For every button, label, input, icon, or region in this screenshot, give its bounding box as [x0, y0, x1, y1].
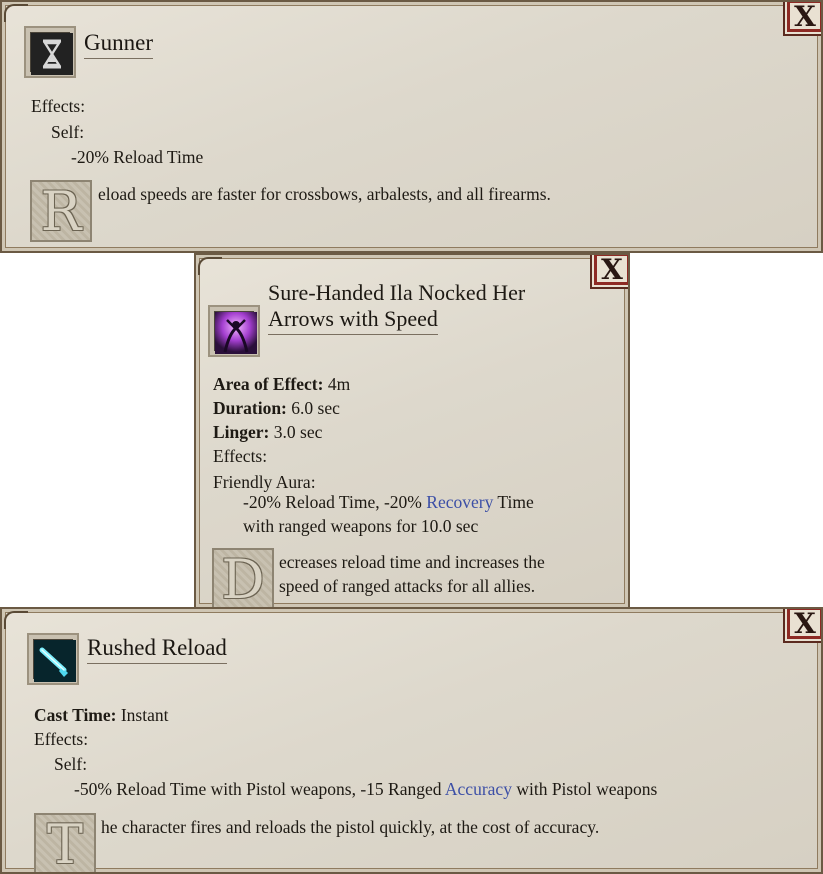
effect-text: -50% Reload Time with Pistol weapons, -1…	[74, 779, 442, 799]
ability-title-line1: Sure-Handed Ila Nocked Her	[268, 280, 526, 305]
ability-title-line2: Arrows with Speed	[268, 306, 438, 335]
recovery-keyword-link[interactable]: Recovery	[426, 492, 493, 512]
linger-value: 3.0 sec	[273, 422, 323, 442]
dropcap-letter: T	[34, 813, 96, 872]
ability-icon-frame	[27, 633, 79, 685]
effect-line-continued: with ranged weapons for 10.0 sec	[243, 516, 479, 536]
dropcap-letter: D	[212, 548, 274, 607]
linger-label: Linger:	[213, 422, 270, 442]
tooltip-panel-rushed-reload: X Rushed Reload Cast Time: Instant Effec…	[0, 607, 823, 874]
ability-title: Gunner	[84, 30, 153, 59]
accuracy-keyword-link[interactable]: Accuracy	[445, 779, 512, 799]
description-line1: ecreases reload time and increases the	[279, 552, 545, 572]
duration-value: 6.0 sec	[291, 398, 340, 418]
self-label: Self:	[51, 122, 85, 142]
effect-line: -20% Reload Time	[71, 147, 204, 167]
area-of-effect-value: 4m	[327, 374, 351, 394]
frame-corner-ornament	[4, 4, 28, 22]
effects-label: Effects:	[31, 96, 86, 116]
pistol-icon	[33, 639, 76, 682]
duration-label: Duration:	[213, 398, 287, 418]
effect-line: -50% Reload Time with Pistol weapons, -1…	[74, 779, 657, 800]
effect-line: -20% Reload Time, -20% Recovery Time	[243, 492, 534, 513]
description-text: eload speeds are faster for crossbows, a…	[98, 184, 551, 204]
effects-label: Effects:	[34, 729, 89, 749]
archer-aura-icon	[214, 311, 257, 354]
effects-label: Effects:	[213, 446, 268, 466]
frame-corner-ornament	[4, 611, 28, 629]
ability-icon-frame	[208, 305, 260, 357]
tooltip-panel-sure-handed-ila: X Sure-Handed Ila Nocked Her Arrows with…	[194, 253, 630, 609]
hourglass-icon	[30, 32, 73, 75]
friendly-aura-label: Friendly Aura:	[213, 472, 316, 492]
close-button[interactable]: X	[787, 609, 821, 640]
tooltip-panel-gunner: X Gunner Effects: Self: -20% Reload Time…	[0, 0, 823, 253]
cast-time-label: Cast Time:	[34, 705, 117, 725]
area-of-effect-label: Area of Effect:	[213, 374, 324, 394]
area-of-effect-row: Area of Effect: 4m	[213, 374, 350, 395]
frame-corner-ornament	[198, 257, 222, 275]
effect-text: Time	[497, 492, 534, 512]
cast-time-row: Cast Time: Instant	[34, 705, 169, 726]
description-line2: speed of ranged attacks for all allies.	[279, 576, 536, 596]
effect-text: -20% Reload Time, -20%	[243, 492, 422, 512]
close-button[interactable]: X	[787, 2, 821, 33]
duration-row: Duration: 6.0 sec	[213, 398, 340, 419]
ability-icon-frame	[24, 26, 76, 78]
ability-title: Rushed Reload	[87, 635, 227, 664]
description-text: he character fires and reloads the pisto…	[101, 817, 600, 837]
effect-text: with Pistol weapons	[516, 779, 658, 799]
self-label: Self:	[54, 754, 88, 774]
close-button[interactable]: X	[594, 255, 628, 286]
cast-time-value: Instant	[120, 705, 169, 725]
dropcap-letter: R	[30, 180, 92, 243]
linger-row: Linger: 3.0 sec	[213, 422, 322, 443]
